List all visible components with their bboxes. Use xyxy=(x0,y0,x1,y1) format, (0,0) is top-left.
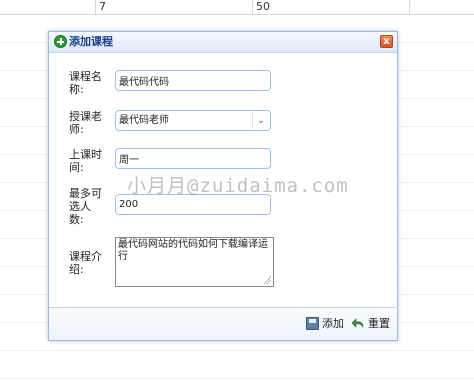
close-icon: x xyxy=(383,36,390,47)
course-intro-label: 课程介绍: xyxy=(69,250,102,276)
grid-divider xyxy=(252,0,253,14)
teacher-selected-value: 最代码老师 xyxy=(119,115,169,126)
class-time-label: 上课时间: xyxy=(69,148,102,174)
grid-divider xyxy=(409,0,410,14)
dialog-titlebar[interactable]: 添加课程 x xyxy=(49,32,397,53)
grid-cell-value: 50 xyxy=(256,0,270,13)
add-icon xyxy=(54,35,67,48)
grid-divider xyxy=(95,0,96,14)
close-button[interactable]: x xyxy=(380,35,393,48)
background-row: 7 50 xyxy=(0,0,474,15)
grid-cell-value: 7 xyxy=(99,0,106,13)
undo-arrow-icon xyxy=(352,317,365,330)
add-button-label: 添加 xyxy=(322,317,344,330)
add-button[interactable]: 添加 xyxy=(306,316,344,332)
dialog-title: 添加课程 xyxy=(69,35,113,48)
chevron-down-icon[interactable]: ⌄ xyxy=(252,112,269,129)
class-time-input[interactable] xyxy=(115,148,271,169)
watermark-text: 小月月@zuidaima.com xyxy=(127,175,349,197)
course-intro-textarea[interactable]: 最代码网站的代码如何下载编译运行 xyxy=(115,237,274,287)
reset-button-label: 重置 xyxy=(368,317,390,330)
course-intro-text: 最代码网站的代码如何下载编译运行 xyxy=(118,239,268,262)
teacher-label: 授课老师: xyxy=(69,110,102,136)
save-disk-icon xyxy=(306,317,319,330)
reset-button[interactable]: 重置 xyxy=(352,316,390,332)
teacher-select[interactable]: 最代码老师 ⌄ xyxy=(115,110,271,131)
max-students-label: 最多可选人数: xyxy=(69,187,102,226)
course-name-input[interactable] xyxy=(115,70,271,91)
dialog-footer: 添加 重置 xyxy=(49,307,397,340)
course-name-label: 课程名称: xyxy=(69,70,102,96)
resize-grip-icon[interactable] xyxy=(263,276,271,284)
